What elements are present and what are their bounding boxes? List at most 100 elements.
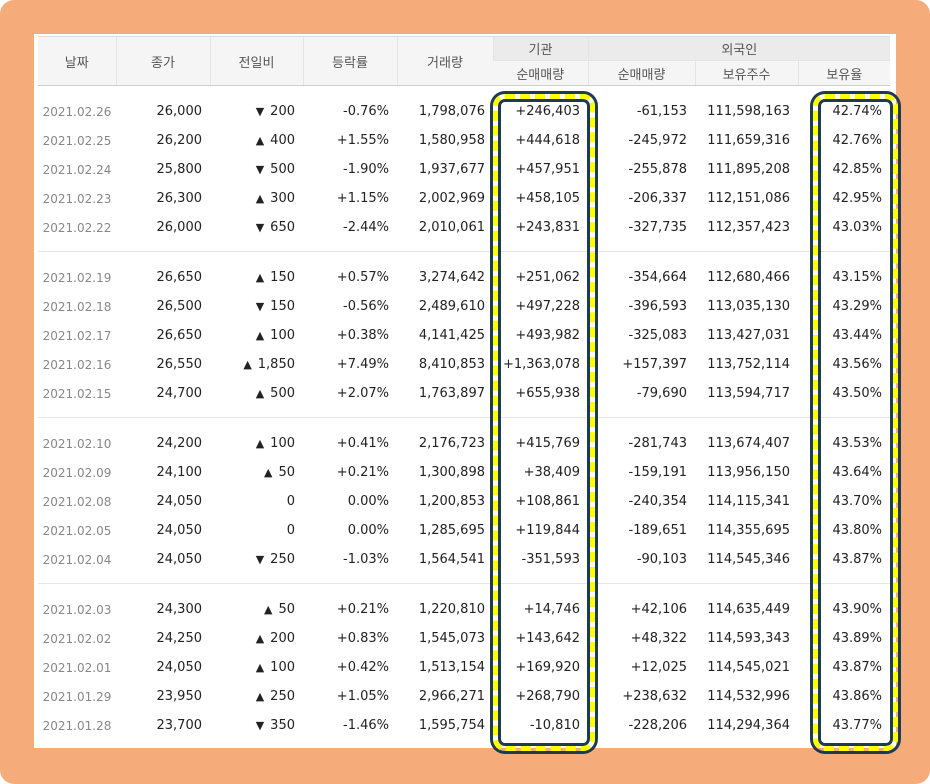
- change-value: 250: [270, 689, 295, 704]
- close-cell: 24,050: [156, 660, 203, 675]
- col-header-volume[interactable]: 거래량: [396, 36, 493, 86]
- close-cell: 26,550: [156, 357, 203, 372]
- volume-cell: 2,176,723: [418, 436, 485, 451]
- inst-net-cell: +1,363,078: [502, 357, 580, 372]
- change-value: 150: [270, 299, 295, 314]
- foreign-net-cell: -325,083: [628, 328, 687, 343]
- ratio-cell: 43.77%: [832, 718, 883, 733]
- date-cell: 2021.02.19: [42, 270, 112, 285]
- foreign-net-cell: -255,878: [628, 162, 687, 177]
- foreign-net-cell: -240,354: [628, 494, 687, 509]
- col-header-rate[interactable]: 등락률: [302, 36, 397, 86]
- date-cell: 2021.02.18: [42, 299, 112, 314]
- ratio-cell: 43.70%: [832, 494, 883, 509]
- foreign-net-cell: +157,397: [622, 357, 687, 372]
- close-cell: 26,500: [156, 299, 203, 314]
- ratio-cell: 43.15%: [832, 270, 883, 285]
- rate-cell: +0.38%: [336, 328, 389, 343]
- close-cell: 24,050: [156, 552, 203, 567]
- date-cell: 2021.01.28: [42, 718, 112, 733]
- spacer-cell: [38, 408, 891, 418]
- change-value: 500: [270, 386, 295, 401]
- change-value: 0: [286, 494, 295, 509]
- foreign-net-cell: -228,206: [628, 718, 687, 733]
- ratio-cell: 43.89%: [832, 631, 883, 646]
- rate-cell: -0.56%: [343, 299, 389, 314]
- change-value: 200: [270, 104, 295, 119]
- row-spacer: [38, 574, 891, 584]
- col-header-holdings[interactable]: 보유주수: [694, 60, 798, 86]
- close-cell: 24,050: [156, 494, 203, 509]
- col-header-ratio[interactable]: 보유율: [797, 60, 891, 86]
- close-cell: 24,700: [156, 386, 203, 401]
- change-cell: 0: [210, 516, 303, 545]
- inst-net-cell: +497,228: [515, 299, 580, 314]
- up-triangle-icon: ▲: [255, 690, 265, 703]
- ratio-cell: 43.80%: [832, 523, 883, 538]
- close-cell: 26,300: [156, 191, 203, 206]
- trading-table-panel: 날짜 종가 전일비 등락률 거래량 기관 외국인 순매매량 순매매량 보유주수 …: [34, 34, 898, 751]
- change-value: 300: [270, 191, 295, 206]
- change-cell: ▲ 250: [210, 682, 303, 711]
- foreign-net-cell: -79,690: [636, 386, 687, 401]
- rate-cell: +2.07%: [336, 386, 389, 401]
- change-value: 0: [286, 523, 295, 538]
- table-row: 2021.02.17 26,650 ▲ 100 +0.38% 4,141,425 +493,…: [38, 321, 890, 350]
- change-value: 1,850: [257, 357, 295, 372]
- holdings-cell: 113,752,114: [707, 357, 790, 372]
- date-cell: 2021.02.09: [42, 465, 112, 480]
- inst-net-cell: +415,769: [515, 436, 580, 451]
- table-row: 2021.02.05 24,050 0 0.00% 1,285,695 +119,844 -…: [38, 516, 890, 545]
- holdings-cell: 112,680,466: [707, 270, 790, 285]
- close-cell: 24,300: [156, 602, 203, 617]
- date-cell: 2021.01.29: [42, 689, 112, 704]
- change-cell: ▲ 50: [210, 458, 303, 487]
- foreign-net-cell: -206,337: [628, 191, 687, 206]
- holdings-cell: 114,593,343: [707, 631, 790, 646]
- volume-cell: 4,141,425: [418, 328, 485, 343]
- down-triangle-icon: ▼: [255, 553, 265, 566]
- spacer-cell: [38, 574, 891, 584]
- col-header-close[interactable]: 종가: [115, 36, 210, 86]
- date-cell: 2021.02.22: [42, 220, 112, 235]
- down-triangle-icon: ▼: [255, 719, 265, 732]
- up-triangle-icon: ▲: [255, 632, 265, 645]
- table-row: 2021.02.24 25,800 ▼ 500 -1.90% 1,937,677 +457,…: [38, 155, 890, 184]
- table-row: 2021.02.25 26,200 ▲ 400 +1.55% 1,580,958 +444,…: [38, 126, 890, 155]
- close-cell: 24,100: [156, 465, 203, 480]
- rate-cell: -1.90%: [343, 162, 389, 177]
- change-cell: 0: [210, 487, 303, 516]
- ratio-cell: 43.87%: [832, 552, 883, 567]
- foreign-net-cell: -159,191: [628, 465, 687, 480]
- col-header-inst-net[interactable]: 순매매량: [493, 60, 588, 86]
- inst-net-cell: +14,746: [523, 602, 580, 617]
- ratio-cell: 43.90%: [832, 602, 883, 617]
- table-row: 2021.01.29 23,950 ▲ 250 +1.05% 2,966,271 +268,…: [38, 682, 890, 711]
- date-cell: 2021.02.03: [42, 602, 112, 617]
- rate-cell: +0.21%: [336, 602, 389, 617]
- table-row: 2021.02.08 24,050 0 0.00% 1,200,853 +108,861 -…: [38, 487, 890, 516]
- volume-cell: 1,595,754: [418, 718, 485, 733]
- table-row: 2021.02.09 24,100 ▲ 50 +0.21% 1,300,898 +38,40…: [38, 458, 890, 487]
- volume-cell: 2,002,969: [418, 191, 485, 206]
- holdings-cell: 113,427,031: [707, 328, 790, 343]
- holdings-cell: 113,674,407: [707, 436, 790, 451]
- change-cell: ▼ 200: [210, 97, 303, 126]
- date-cell: 2021.02.15: [42, 386, 112, 401]
- table-row: 2021.02.22 26,000 ▼ 650 -2.44% 2,010,061 +243,…: [38, 213, 890, 242]
- col-header-foreign-net[interactable]: 순매매량: [587, 60, 695, 86]
- date-cell: 2021.02.17: [42, 328, 112, 343]
- rate-cell: -0.76%: [343, 104, 389, 119]
- up-triangle-icon: ▲: [255, 192, 265, 205]
- close-cell: 24,200: [156, 436, 203, 451]
- col-header-date[interactable]: 날짜: [38, 36, 116, 86]
- inst-net-cell: +143,642: [515, 631, 580, 646]
- ratio-cell: 43.56%: [832, 357, 883, 372]
- change-cell: ▼ 500: [210, 155, 303, 184]
- volume-cell: 1,285,695: [418, 523, 485, 538]
- foreign-net-cell: -396,593: [628, 299, 687, 314]
- up-triangle-icon: ▲: [243, 358, 252, 371]
- col-header-change[interactable]: 전일비: [209, 36, 303, 86]
- change-value: 100: [270, 660, 295, 675]
- table-row: 2021.02.23 26,300 ▲ 300 +1.15% 2,002,969 +458,…: [38, 184, 890, 213]
